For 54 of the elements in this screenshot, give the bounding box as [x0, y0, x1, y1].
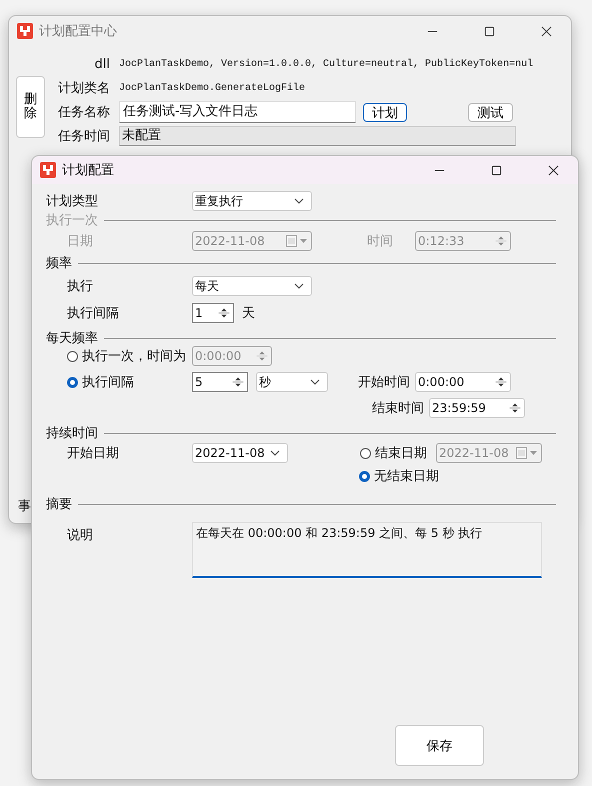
- field-label: 任务名称: [57, 104, 110, 121]
- field-label: 说明: [67, 527, 94, 544]
- plan-button[interactable]: 计划: [363, 102, 407, 122]
- chevron-down-icon: [294, 198, 304, 204]
- field-value: JocPlanTaskDemo.GenerateLogFile: [119, 82, 306, 94]
- maximize-icon[interactable]: [484, 26, 495, 36]
- field-label: 结束时间: [372, 400, 425, 417]
- field-label: 开始日期: [67, 445, 120, 462]
- field-label: 日期: [67, 233, 94, 250]
- field-label: dll: [94, 56, 110, 72]
- chevron-down-icon: [270, 450, 280, 456]
- window-title: 计划配置: [62, 162, 114, 179]
- save-button[interactable]: 保存: [395, 725, 484, 766]
- group-header: 频率: [46, 255, 72, 272]
- close-icon[interactable]: [541, 26, 552, 36]
- group-header: 执行一次: [46, 212, 98, 229]
- test-button[interactable]: 测试: [468, 102, 513, 122]
- start-date-picker[interactable]: 2022-11-08: [192, 443, 288, 463]
- field-label: 执行间隔: [67, 305, 120, 322]
- unit-label: 天: [242, 305, 255, 322]
- summary-textbox[interactable]: 在每天在 00:00:00 和 23:59:59 之间、每 5 秒 执行: [192, 522, 542, 578]
- unit-dropdown[interactable]: 秒: [256, 372, 328, 392]
- app-logo-icon: [40, 162, 56, 178]
- group-header: 摘要: [46, 496, 72, 513]
- maximize-icon[interactable]: [491, 164, 502, 176]
- frequency-dropdown[interactable]: 每天: [192, 276, 312, 296]
- chevron-down-icon: [310, 379, 320, 385]
- radio-option[interactable]: 执行一次，时间为: [67, 347, 192, 365]
- radio-option[interactable]: 结束日期: [360, 444, 436, 462]
- field-label: 任务时间: [57, 128, 110, 145]
- task-time-field: 未配置: [119, 126, 516, 146]
- interval-spinner[interactable]: 1: [192, 303, 234, 323]
- radio-option[interactable]: 执行间隔: [67, 373, 192, 391]
- start-time-spinner[interactable]: 0:00:00: [415, 372, 511, 392]
- chevron-down-icon: [294, 283, 304, 289]
- window-title: 计划配置中心: [39, 23, 117, 40]
- plan-type-dropdown[interactable]: 重复执行: [192, 191, 312, 211]
- calendar-icon: [286, 235, 308, 247]
- group-header: 每天频率: [46, 330, 98, 347]
- field-value: JocPlanTaskDemo, Version=1.0.0.0, Culture=neutral, PublicKeyToken=nul: [119, 58, 534, 70]
- app-logo-icon: [17, 23, 33, 39]
- calendar-icon: [516, 447, 538, 459]
- interval-spinner[interactable]: 5: [192, 372, 248, 392]
- close-icon[interactable]: [548, 164, 559, 176]
- end-time-spinner[interactable]: 23:59:59: [429, 398, 525, 418]
- group-header: 持续时间: [46, 425, 98, 442]
- field-label: 计划类型: [46, 193, 99, 210]
- task-name-input[interactable]: 任务测试-写入文件日志: [119, 101, 356, 123]
- field-label: 计划类名: [57, 80, 110, 97]
- background-text: 事: [18, 498, 31, 515]
- delete-button[interactable]: 删除: [16, 76, 45, 138]
- field-label: 开始时间: [358, 374, 411, 391]
- field-label: 执行: [67, 278, 94, 295]
- field-label: 时间: [367, 233, 394, 250]
